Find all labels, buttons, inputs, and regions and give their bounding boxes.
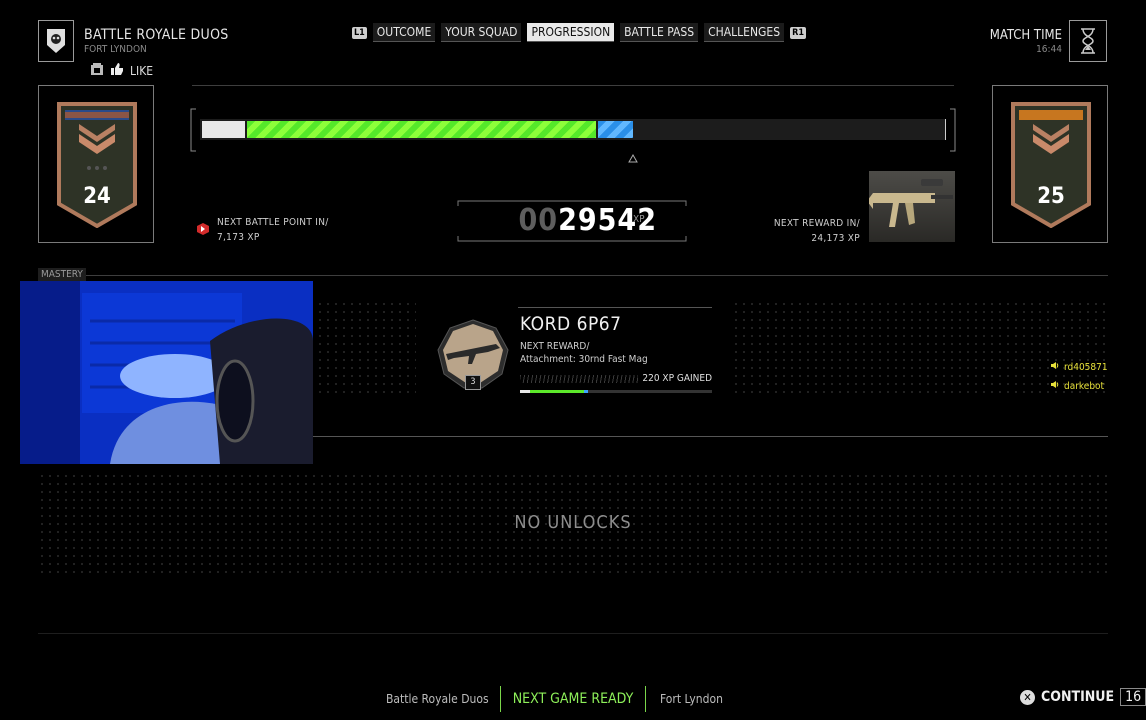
no-unlocks-text: NO UNLOCKS	[514, 512, 632, 533]
mode-emblem-icon	[47, 29, 65, 53]
map-name: FORT LYNDON	[84, 44, 147, 55]
tab-bar: L1 OUTCOME YOUR SQUAD PROGRESSION BATTLE…	[352, 23, 806, 42]
battle-point-icon	[197, 223, 209, 235]
current-rank-number: 24	[83, 184, 111, 209]
footer-map: Fort Lyndon	[660, 692, 723, 706]
weapon-next-reward-value: Attachment: 30rnd Fast Mag	[520, 354, 648, 365]
tab-battle-pass[interactable]: BATTLE PASS	[620, 23, 699, 42]
mastery-section-label: MASTERY	[38, 268, 86, 281]
match-time-label: MATCH TIME	[989, 28, 1062, 43]
player-name: rd405871	[1064, 361, 1108, 373]
continue-countdown: 16	[1120, 688, 1146, 706]
weapon-next-reward-label: NEXT REWARD/	[520, 341, 590, 352]
squad-player: rd405871	[1050, 361, 1108, 373]
divider	[313, 436, 1108, 437]
weapon-next-reward: NEXT REWARD/ Attachment: 30rnd Fast Mag	[520, 340, 648, 366]
triangle-marker-icon	[628, 154, 638, 163]
hourglass-icon	[1069, 20, 1107, 62]
r1-button-hint[interactable]: R1	[790, 26, 806, 39]
webcam-overlay	[20, 281, 313, 464]
weapon-progress-bonus	[584, 390, 588, 393]
speaker-icon	[1050, 361, 1060, 373]
weapon-name: KORD 6P67	[520, 313, 622, 335]
tab-progression[interactable]: PROGRESSION	[527, 23, 615, 42]
weapon-progress-previous	[520, 390, 530, 393]
next-rank-panel: 25	[992, 85, 1108, 243]
squad-player: darkebot	[1050, 380, 1104, 392]
next-battle-point-value: 7,173 XP	[217, 232, 260, 243]
divider	[192, 85, 954, 86]
next-reward-info: NEXT REWARD IN/ 24,173 XP	[740, 216, 860, 246]
next-battle-point-info: NEXT BATTLE POINT IN/ 7,173 XP	[217, 215, 329, 245]
divider	[38, 275, 1108, 276]
weapon-progress-gained	[530, 390, 584, 393]
next-game-status: NEXT GAME READY	[500, 686, 646, 712]
assault-rifle-icon	[867, 179, 953, 227]
xp-bar-gained-segment	[247, 121, 596, 138]
game-mode-title: BATTLE ROYALE DUOS	[84, 27, 229, 43]
continue-label: CONTINUE	[1041, 689, 1115, 705]
divider	[518, 307, 712, 308]
xp-bar-previous-segment	[202, 121, 245, 138]
tab-challenges[interactable]: CHALLENGES	[704, 23, 785, 42]
xp-bar-end-marker	[945, 119, 946, 140]
next-reward-label: NEXT REWARD IN/	[773, 218, 860, 229]
cross-button-icon: ✕	[1020, 689, 1035, 705]
speaker-icon	[1050, 380, 1060, 392]
continue-button[interactable]: ✕ CONTINUE 16	[1020, 688, 1146, 706]
weapon-xp-gained: 220 XP GAINED	[642, 373, 712, 384]
tab-outcome[interactable]: OUTCOME	[372, 23, 436, 42]
match-time-value: 16:44	[1036, 44, 1062, 55]
next-battle-point-label: NEXT BATTLE POINT IN/	[217, 217, 329, 228]
xp-total-leading-zeros: 00	[518, 203, 559, 238]
like-label: LIKE	[130, 63, 154, 78]
player-name: darkebot	[1064, 380, 1105, 392]
webcam-feed-image	[20, 281, 313, 464]
like-button[interactable]: LIKE	[90, 62, 153, 79]
game-mode-icon	[38, 20, 74, 62]
next-reward-value: 24,173 XP	[811, 233, 860, 244]
divider	[38, 633, 1108, 634]
controller-button-icon	[90, 62, 104, 79]
l1-button-hint[interactable]: L1	[352, 26, 367, 39]
next-rank-number: 25	[1037, 184, 1065, 209]
reward-weapon-thumbnail	[867, 171, 955, 242]
footer-mode: Battle Royale Duos	[386, 692, 489, 706]
xp-unit-label: XP	[633, 214, 645, 225]
xp-total: 0029542	[457, 203, 657, 238]
xp-bar-bonus-segment	[598, 121, 633, 138]
thumbs-up-icon	[110, 62, 124, 79]
tab-your-squad[interactable]: YOUR SQUAD	[441, 23, 522, 42]
weapon-level-badge: 3	[465, 375, 481, 390]
current-rank-panel: 24	[38, 85, 154, 243]
dot-pattern	[316, 300, 416, 395]
